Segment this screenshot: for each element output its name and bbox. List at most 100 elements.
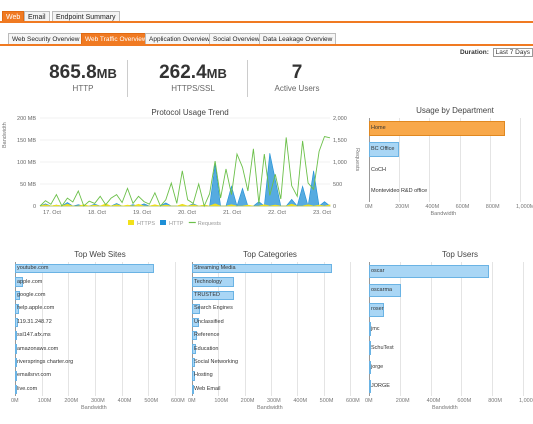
bar-xtick-label: 500M	[319, 398, 334, 404]
bar-xtick-label: 0M	[365, 398, 373, 404]
bar-xtick-label: 600M	[171, 398, 185, 404]
trend-ytick-label: 0	[33, 204, 36, 210]
bar-xtick-label: 300M	[267, 398, 281, 404]
stat-divider	[127, 60, 128, 97]
categories-chart: 0M 100M 200M 300M 400M 500M 600M Streaming Medi…	[188, 262, 360, 422]
bar-category-label: Social Networking	[194, 359, 239, 365]
trend-xtick-label: 20. Oct	[178, 210, 196, 216]
department-chart: 0M 200M 400M 600M 800M 1,000M Home BC Office CoC…	[365, 118, 533, 224]
bar-gridline	[430, 262, 432, 396]
duration-selector: Duration: Last 7 Days	[460, 48, 533, 57]
department-chart-title: Usage by Department	[416, 106, 494, 115]
bar-xtick-label: 800M	[488, 398, 502, 404]
bar-xtick-label: 400M	[425, 204, 440, 210]
bar[interactable]	[369, 264, 490, 279]
bar-xtick-label: 400M	[117, 398, 132, 404]
protocol-usage-chart: 0 50 MB 100 MB 150 MB 200 MB 0 500 1,000 1,500 2,…	[17, 116, 347, 227]
trend-ytick-right-label: 1,000	[333, 160, 347, 166]
bar-xtick-label: 200M	[395, 398, 410, 404]
bar-xtick-label: 1,000M	[519, 398, 533, 404]
bar-category-label: Home	[371, 125, 386, 131]
bar-xlabel: Bandwidth	[432, 405, 458, 411]
bar-xtick-label: 0M	[188, 398, 196, 404]
bar-gridline	[148, 262, 150, 396]
https-bandwidth-value: 262.4MB	[138, 62, 248, 84]
bar-xtick-label: 600M	[455, 204, 470, 210]
https-value: 262.4	[159, 62, 207, 83]
sub-tab-underline	[0, 44, 533, 46]
web-sites-chart-title: Top Web Sites	[74, 250, 126, 259]
bar-category-label: Reference	[194, 332, 220, 339]
duration-label: Duration:	[459, 49, 489, 56]
top-tab-underline	[0, 21, 533, 23]
trend-ytick-label: 100 MB	[17, 160, 36, 166]
bar-category-label: Streaming Media	[194, 265, 236, 272]
bar-xlabel: Bandwidth	[430, 211, 457, 217]
bar-category-label: live.com	[17, 385, 38, 392]
bar-category-label: google.com	[17, 292, 46, 298]
bar-category-label: 119.31.248.72	[17, 318, 52, 325]
legend-label-requests: Requests	[198, 221, 221, 227]
trend-xtick-label: 22. Oct	[268, 210, 286, 216]
tab-web-traffic-overview[interactable]: Web Traffic Overview	[81, 33, 151, 44]
tab-application-overview[interactable]: Application Overview	[145, 33, 214, 44]
http-value: 865.8	[49, 62, 97, 83]
trend-xtick-label: 17. Oct	[43, 210, 61, 216]
bar-category-label: TRUSTED	[194, 292, 220, 298]
trend-series-http	[39, 153, 331, 208]
trend-series-requests	[39, 135, 331, 208]
duration-dropdown[interactable]: Last 7 Days	[492, 48, 533, 57]
bar-gridline	[68, 262, 70, 396]
http-bandwidth-value: 865.8MB	[28, 62, 138, 84]
bar-xtick-label: 0M	[11, 398, 19, 404]
bar-xtick-label: 200M	[64, 398, 79, 404]
bar-category-label: roser	[371, 306, 384, 313]
categories-chart-title: Top Categories	[243, 250, 297, 259]
bar-gridline	[350, 262, 351, 396]
bar-category-label: Montevideo R&D office	[371, 188, 428, 194]
legend-swatch-http	[160, 220, 166, 225]
bar-gridline	[492, 262, 494, 396]
tab-social-overview[interactable]: Social Overview	[209, 33, 264, 44]
bar-xtick-label: 400M	[293, 398, 308, 404]
trend-ytick-label: 150 MB	[17, 138, 36, 144]
bar-xtick-label: 100M	[214, 398, 229, 404]
trend-ytick-label: 50 MB	[20, 182, 36, 188]
web-sites-chart: 0M 100M 200M 300M 400M 500M 600M youtube.com app…	[11, 262, 185, 422]
tab-web-security-overview[interactable]: Web Security Overview	[8, 33, 84, 44]
bar-category-label: amazonaws.com	[17, 345, 59, 352]
bar-gridline	[523, 262, 524, 396]
bar-category-label: JORGE	[371, 382, 390, 389]
bar-category-label: Technology	[194, 278, 222, 285]
bar-category-label: youtube.com	[17, 265, 49, 272]
bar-category-label: Web Email	[194, 385, 221, 392]
trend-xtick-label: 18. Oct	[88, 210, 106, 216]
bar-xtick-label: 0M	[365, 204, 373, 210]
bar-category-label: riversprings charter.org	[17, 359, 74, 365]
bar-xtick-label: 500M	[144, 398, 159, 404]
trend-xtick-label: 21. Oct	[223, 210, 241, 216]
trend-xtick-label: 23. Oct	[313, 210, 331, 216]
bar-category-label: Search Engines	[194, 305, 233, 312]
legend-swatch-https	[128, 220, 134, 225]
bar-gridline	[95, 262, 96, 396]
bar-xtick-label: 400M	[426, 398, 441, 404]
bar-gridline	[520, 118, 521, 202]
bar-gridline	[175, 262, 176, 396]
bar-gridline	[297, 262, 299, 396]
trend-ytick-right-label: 500	[333, 182, 342, 188]
bar-xlabel: Bandwidth	[257, 405, 283, 411]
trend-ylabel-right: Requests	[354, 148, 360, 172]
trend-ytick-right-label: 1,500	[333, 138, 347, 144]
bar-gridline	[244, 262, 246, 396]
bar-category-label: apple.com	[17, 278, 43, 285]
tab-data-leakage-overview[interactable]: Data Leakage Overview	[259, 33, 337, 44]
bar[interactable]	[369, 121, 505, 136]
bar-xtick-label: 200M	[240, 398, 255, 404]
bar-xtick-label: 600M	[346, 398, 360, 404]
legend-label-https: HTTPS	[137, 221, 155, 227]
bar-gridline	[461, 262, 463, 396]
trend-ytick-label: 200 MB	[17, 116, 36, 122]
bar-xtick-label: 800M	[485, 204, 500, 210]
bar-gridline	[323, 262, 325, 396]
